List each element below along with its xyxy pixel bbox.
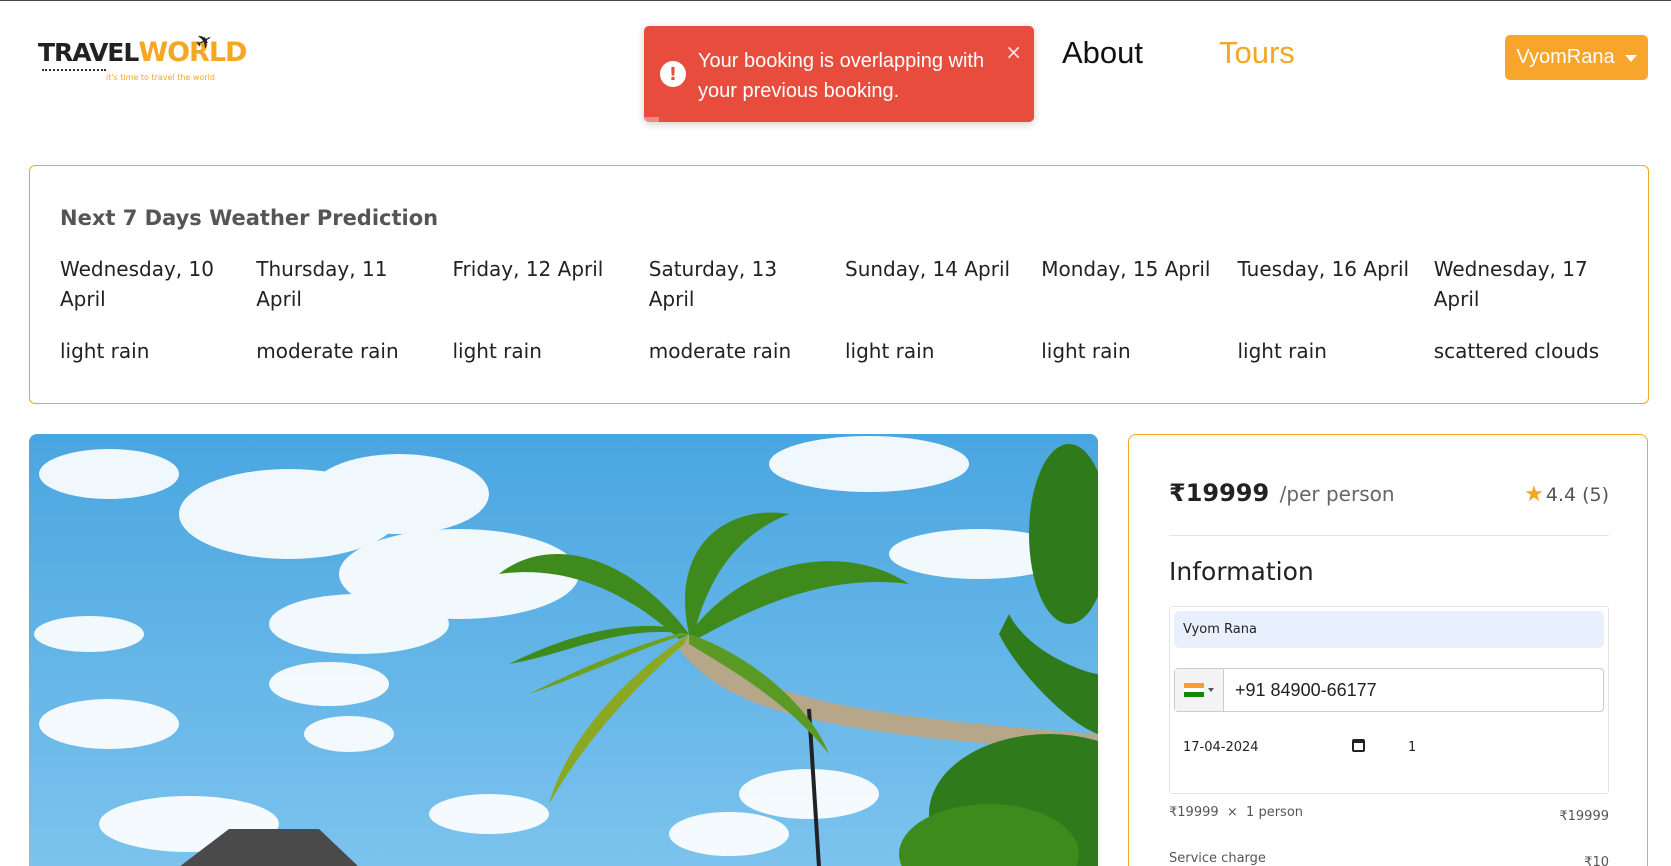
calendar-icon[interactable] (1352, 739, 1365, 752)
india-flag-icon (1184, 683, 1204, 698)
user-menu-label: VyomRana (1516, 46, 1615, 68)
weather-day-desc: light rain (452, 339, 542, 363)
toast-progress-bar (644, 117, 659, 122)
weather-day-desc: light rain (1237, 339, 1327, 363)
error-icon: ! (660, 61, 686, 87)
rating-value: 4.4 (1545, 483, 1577, 506)
phone-number-input[interactable] (1224, 669, 1603, 711)
weather-day: Wednesday, 17 April scattered clouds (1434, 254, 1630, 366)
weather-day: Wednesday, 10 April light rain (60, 254, 256, 366)
weather-day: Thursday, 11 April moderate rain (256, 254, 452, 366)
price-calculation-label: ₹19999 × 1 person (1169, 805, 1304, 820)
nav-tours-link[interactable]: Tours (1219, 35, 1295, 71)
booking-date-input[interactable]: 17-04-2024 (1183, 740, 1259, 755)
weather-day: Friday, 12 April light rain (453, 254, 649, 366)
weather-day-desc: light rain (60, 339, 150, 363)
weather-day-desc: moderate rain (256, 339, 399, 363)
weather-day-date: Sunday, 14 April (845, 257, 1011, 281)
weather-title: Next 7 Days Weather Prediction (60, 206, 439, 230)
weather-days: Wednesday, 10 April light rain Thursday, … (60, 254, 1630, 366)
weather-day-desc: moderate rain (648, 339, 792, 363)
tour-hero-image (29, 434, 1098, 866)
phone-field (1174, 668, 1604, 712)
service-charge-value: ₹10 (1584, 855, 1609, 866)
weather-day: Saturday, 13 April moderate rain (649, 254, 845, 366)
user-menu-dropdown[interactable]: VyomRana (1505, 35, 1648, 80)
full-name-field[interactable] (1174, 611, 1604, 648)
country-code-selector[interactable] (1175, 669, 1224, 711)
caret-down-icon (1208, 688, 1214, 692)
logo-tagline: it's time to travel the world (106, 73, 215, 82)
weather-day-date: Saturday, 13 April (648, 257, 778, 311)
weather-day-date: Tuesday, 16 April (1237, 257, 1410, 281)
caret-down-icon (1624, 55, 1637, 62)
weather-day: Monday, 15 April light rain (1041, 254, 1237, 366)
toast-message: Your booking is overlapping with your pr… (698, 50, 985, 102)
price-calculation-total: ₹19999 (1559, 809, 1609, 824)
tour-rating: ★ 4.4 (5) (1524, 482, 1609, 507)
weather-day: Sunday, 14 April light rain (845, 254, 1041, 366)
weather-day: Tuesday, 16 April light rain (1238, 254, 1434, 366)
nav-about-link[interactable]: About (1062, 35, 1143, 71)
booking-card: ₹19999 /per person ★ 4.4 (5) Information… (1128, 434, 1648, 866)
guest-count-input[interactable]: 1 (1408, 740, 1416, 755)
weather-day-date: Friday, 12 April (452, 257, 604, 281)
weather-day-desc: light rain (845, 339, 935, 363)
tour-price: ₹19999 (1169, 479, 1270, 507)
weather-day-desc: scattered clouds (1433, 339, 1600, 363)
service-charge-label: Service charge (1169, 851, 1266, 866)
weather-day-date: Wednesday, 10 April (60, 257, 214, 311)
error-toast: ! Your booking is overlapping with your … (644, 26, 1034, 122)
weather-forecast-panel: Next 7 Days Weather Prediction Wednesday… (29, 165, 1649, 404)
weather-day-desc: light rain (1041, 339, 1131, 363)
review-count: (5) (1582, 483, 1609, 506)
weather-day-date: Thursday, 11 April (256, 257, 388, 311)
weather-day-date: Monday, 15 April (1041, 257, 1211, 281)
booking-form: 17-04-2024 1 (1169, 606, 1609, 794)
close-icon[interactable]: × (1005, 40, 1022, 64)
price-unit: /per person (1279, 482, 1395, 506)
travel-world-logo[interactable]: TRAVELWORLD ✈ it's time to travel the wo… (36, 28, 247, 86)
price-row: ₹19999 /per person ★ 4.4 (5) (1169, 479, 1609, 507)
price-calculation-row: ₹19999 × 1 person ₹19999 (1169, 805, 1609, 824)
service-charge-row: Service charge ₹10 (1169, 851, 1609, 866)
divider (1169, 535, 1609, 536)
star-icon: ★ (1524, 482, 1544, 507)
information-heading: Information (1169, 557, 1314, 586)
weather-day-date: Wednesday, 17 April (1433, 257, 1588, 311)
logo-dotted-path (42, 69, 106, 71)
